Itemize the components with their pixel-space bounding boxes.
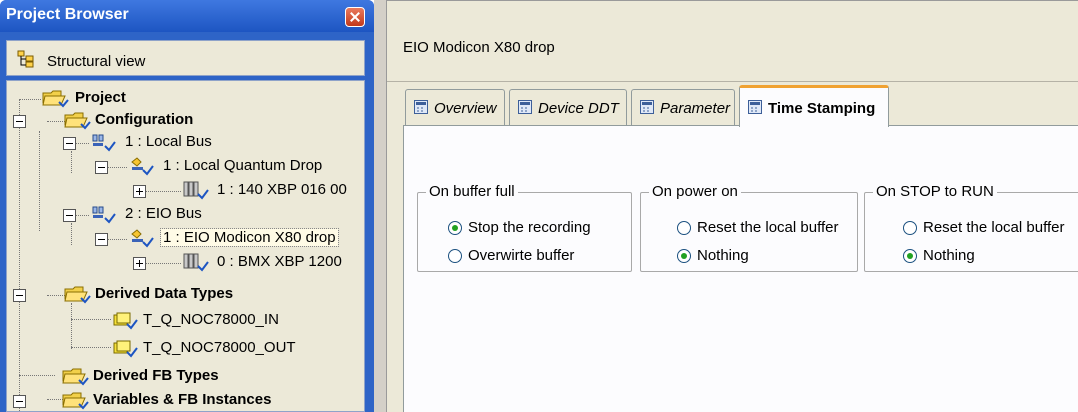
time-stamping-panel: On buffer full Stop the recording Overwi… [403,125,1078,412]
close-icon[interactable] [345,7,365,27]
radio-button[interactable] [448,221,462,235]
project-browser: Project Browser Structural view Project … [0,0,374,412]
tree-node-derived-fb-types[interactable]: Derived FB Types [7,365,307,387]
tree-node-configuration[interactable]: Configuration [7,109,247,131]
tree-node-label: Configuration [95,111,194,128]
structural-view-icon [17,50,34,68]
radio-button[interactable] [448,249,462,263]
radio-button[interactable] [903,221,917,235]
project-tree: Project Configuration 1 : Local Bus 1: … [6,80,365,412]
radio-label: Reset the local buffer [697,219,839,236]
group-legend: On STOP to RUN [873,183,997,200]
ddt-icon [113,340,138,358]
radio-button[interactable] [677,221,691,235]
tree-node-label: 0 : BMX XBP 1200 [217,253,342,270]
tree-node-ddt-in[interactable]: T_Q_NOC78000_IN [7,309,327,331]
radio-nothing[interactable]: Nothing [677,247,857,267]
group-legend: On buffer full [426,183,518,200]
radio-button[interactable] [677,249,691,263]
tree-node-label: 1 : Local Quantum Drop [163,157,323,174]
bus-icon [92,206,116,224]
view-selector[interactable]: Structural view [6,40,365,76]
tab-parameter[interactable]: Parameter [631,89,735,125]
tree-node-label: T_Q_NOC78000_IN [143,311,279,328]
tab-label: Device DDT [538,100,619,117]
tree-node-variables[interactable]: Variables & FB Instances [7,389,337,411]
tree-node-project[interactable]: Project [7,87,207,109]
tab-page-icon [748,100,762,114]
tree-node-label: 1 : 140 XBP 016 00 [217,181,347,198]
tab-page-icon [518,100,532,114]
bus-icon [92,134,116,152]
tree-node-label: Variables & FB Instances [93,391,272,408]
folder-icon [62,368,89,386]
tab-overview[interactable]: Overview [405,89,505,125]
divider [387,81,1078,82]
tree-node-local-quantum-drop[interactable]: 1 : Local Quantum Drop [7,155,364,177]
tab-label: Parameter [660,100,731,117]
group-on-power-on: On power on Reset the local buffer Nothi… [640,183,858,272]
rack-icon [183,253,209,272]
project-browser-title: Project Browser [6,6,129,23]
folder-icon [42,90,69,108]
editor-title: EIO Modicon X80 drop [403,39,555,56]
tab-label: Time Stamping [768,100,876,117]
config-editor: EIO Modicon X80 drop Overview Device DDT… [386,0,1078,412]
tree-node-derived-data-types[interactable]: Derived Data Types [7,283,307,305]
radio-nothing[interactable]: Nothing [903,247,1078,267]
view-label: Structural view [47,53,146,70]
rack-icon [183,181,209,200]
tree-node-ddt-out[interactable]: T_Q_NOC78000_OUT [7,337,327,359]
tree-node-local-bus[interactable]: 1 : Local Bus [7,131,287,153]
tab-device-ddt[interactable]: Device DDT [509,89,627,125]
splitter[interactable] [374,0,386,412]
radio-stop-recording[interactable]: Stop the recording [448,219,628,239]
radio-label: Nothing [923,247,975,264]
group-legend: On power on [649,183,741,200]
group-on-buffer-full: On buffer full Stop the recording Overwi… [417,183,632,272]
tab-time-stamping[interactable]: Time Stamping [739,85,889,127]
drop-icon [131,157,154,176]
tab-page-icon [414,100,428,114]
folder-icon [64,286,91,304]
radio-label: Stop the recording [468,219,591,236]
radio-reset-local-buffer[interactable]: Reset the local buffer [903,219,1078,239]
radio-label: Reset the local buffer [923,219,1065,236]
tree-node-eio-bus[interactable]: 2 : EIO Bus [7,203,287,225]
folder-icon [62,392,89,410]
radio-label: Nothing [697,247,749,264]
drop-icon [131,229,154,248]
folder-icon [64,112,91,130]
tree-node-label: T_Q_NOC78000_OUT [143,339,296,356]
tree-node-label: Project [75,89,126,106]
tree-node-rack-140[interactable]: 1 : 140 XBP 016 00 [7,179,364,201]
radio-button[interactable] [903,249,917,263]
tree-node-label: 2 : EIO Bus [125,205,202,222]
radio-overwrite-buffer[interactable]: Overwirte buffer [448,247,628,267]
tree-node-label: Derived Data Types [95,285,234,302]
ddt-icon [113,312,138,330]
tree-node-eio-drop[interactable]: 1 : EIO Modicon X80 drop [7,227,364,249]
tree-node-rack-bmx[interactable]: 0 : BMX XBP 1200 [7,251,364,273]
radio-reset-local-buffer[interactable]: Reset the local buffer [677,219,857,239]
tab-label: Overview [434,100,497,117]
project-browser-title-bar[interactable]: Project Browser [0,0,374,32]
radio-label: Overwirte buffer [468,247,575,264]
tree-node-label: 1 : EIO Modicon X80 drop [160,228,339,247]
tree-node-label: Derived FB Types [93,367,219,384]
tree-node-label: 1 : Local Bus [125,133,212,150]
tab-page-icon [640,100,654,114]
group-on-stop-to-run: On STOP to RUN Reset the local buffer No… [864,183,1078,272]
